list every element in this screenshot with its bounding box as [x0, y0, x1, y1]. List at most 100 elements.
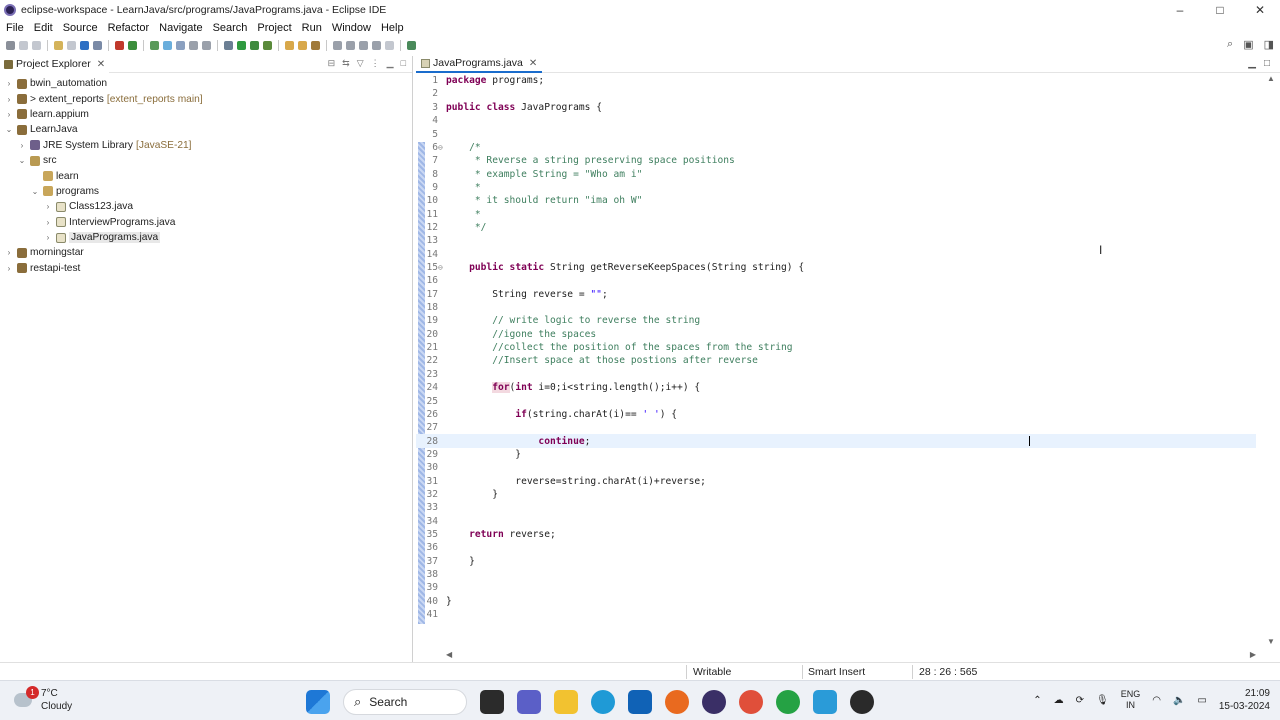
back-icon[interactable] [372, 41, 381, 50]
run-icon[interactable] [237, 41, 246, 50]
chevron-right-icon[interactable]: › [4, 264, 14, 273]
code-line[interactable]: 16 [416, 274, 1256, 287]
sync-tray-icon[interactable]: ⟳ [1076, 695, 1084, 706]
coverage-icon[interactable] [250, 41, 259, 50]
code-line[interactable]: 12 */ [416, 221, 1256, 234]
close-button[interactable]: ✕ [1240, 0, 1280, 19]
code-line[interactable]: 20 //igone the spaces [416, 328, 1256, 341]
edge-icon[interactable] [591, 690, 615, 714]
code-line[interactable]: 10 * it should return "ima oh W" [416, 194, 1256, 207]
horizontal-scrollbar[interactable]: ◀ ▶ [446, 650, 1256, 660]
code-line[interactable]: 1 package programs; [416, 74, 1256, 87]
task-view-icon[interactable] [480, 690, 504, 714]
code-line[interactable]: 30 [416, 461, 1256, 474]
weather-widget[interactable]: 1 7°C Cloudy [14, 686, 72, 713]
debug-icon[interactable] [224, 41, 233, 50]
tree-item[interactable]: › InterviewPrograms.java [0, 215, 412, 230]
app-icon[interactable] [850, 690, 874, 714]
tree-item[interactable]: › bwin_automation [0, 76, 412, 91]
chevron-right-icon[interactable]: › [4, 248, 14, 257]
code-line[interactable]: 38 [416, 568, 1256, 581]
pilcrow-icon[interactable] [202, 41, 211, 50]
code-line[interactable]: 9 * [416, 181, 1256, 194]
tree-item[interactable]: › > extent_reports [extent_reports main] [0, 91, 412, 106]
menu-window[interactable]: Window [328, 22, 377, 34]
code-line[interactable]: 36 [416, 541, 1256, 554]
code-line[interactable]: 31 reverse=string.charAt(i)+reverse; [416, 475, 1256, 488]
maximize-button[interactable]: □ [1200, 0, 1240, 19]
code-line[interactable]: 26 if(string.charAt(i)== ' ') { [416, 408, 1256, 421]
chevron-down-icon[interactable]: ⌄ [4, 125, 14, 134]
last-edit-icon[interactable] [359, 41, 368, 50]
menu-help[interactable]: Help [377, 22, 410, 34]
menu-search[interactable]: Search [209, 22, 254, 34]
volume-icon[interactable]: 🔈 [1173, 695, 1185, 706]
whatsapp-icon[interactable] [776, 690, 800, 714]
menu-edit[interactable]: Edit [30, 22, 59, 34]
tab-java-programs[interactable]: JavaPrograms.java ✕ [416, 56, 543, 73]
view-menu-icon[interactable]: ⋮ [371, 58, 380, 69]
taskbar-search[interactable]: ⌕ Search [343, 689, 467, 715]
code-line[interactable]: 11 * [416, 208, 1256, 221]
tree-item[interactable]: ⌄ programs [0, 184, 412, 199]
code-line[interactable]: 8 * example String = "Who am i" [416, 167, 1256, 180]
clock[interactable]: 21:09 15-03-2024 [1219, 687, 1270, 713]
vertical-scrollbar[interactable]: ▲ ▼ [1264, 74, 1278, 646]
code-line[interactable]: 2 [416, 87, 1256, 100]
prev-annotation-icon[interactable] [346, 41, 355, 50]
current-code-line[interactable]: 28 continue; [416, 434, 1256, 448]
menu-file[interactable]: File [2, 22, 30, 34]
code-line[interactable]: 40} [416, 595, 1256, 608]
code-line[interactable]: 33 [416, 501, 1256, 514]
code-line[interactable]: 34 [416, 515, 1256, 528]
code-line[interactable]: 13 [416, 234, 1256, 247]
code-line[interactable]: 24 for(int i=0;i<string.length();i++) { [416, 381, 1256, 394]
language-indicator[interactable]: ENG IN [1121, 689, 1141, 711]
chevron-right-icon[interactable]: › [4, 110, 14, 119]
open-type-icon[interactable] [298, 41, 307, 50]
save-all-icon[interactable] [32, 41, 41, 50]
tree-item[interactable]: ⌄ src [0, 153, 412, 168]
new-icon[interactable] [6, 41, 15, 50]
code-line[interactable]: 5 [416, 127, 1256, 140]
sync-icon[interactable] [128, 41, 137, 50]
code-line[interactable]: 19 // write logic to reverse the string [416, 314, 1256, 327]
code-line[interactable]: 39 [416, 581, 1256, 594]
onedrive-icon[interactable]: ☁ [1054, 695, 1064, 706]
chevron-down-icon[interactable]: ⌄ [17, 156, 27, 165]
chevron-right-icon[interactable]: › [43, 202, 53, 211]
maximize-view-icon[interactable]: □ [401, 58, 406, 69]
code-line[interactable]: 15 ⊖ public static String getReverseKeepS… [416, 261, 1256, 274]
collapse-all-icon[interactable]: ⊟ [328, 58, 336, 69]
build-icon[interactable] [115, 41, 124, 50]
scroll-up-icon[interactable]: ▲ [1264, 74, 1278, 83]
battery-icon[interactable]: ▭ [1197, 695, 1206, 706]
forward-icon[interactable] [385, 41, 394, 50]
code-line[interactable]: 21 //collect the position of the spaces … [416, 341, 1256, 354]
fold-toggle-icon[interactable]: ⊖ [438, 143, 444, 152]
store-icon[interactable] [628, 690, 652, 714]
wifi-icon[interactable]: ◠ [1152, 695, 1161, 706]
chevron-right-icon[interactable]: › [4, 79, 14, 88]
scroll-down-icon[interactable]: ▼ [1264, 637, 1278, 646]
code-line[interactable]: 22 //Insert space at those postions afte… [416, 354, 1256, 367]
redo-icon[interactable] [67, 41, 76, 50]
eclipse-taskbar-icon[interactable] [702, 690, 726, 714]
chevron-down-icon[interactable]: ⌄ [30, 187, 40, 196]
show-whitespace-icon[interactable] [176, 41, 185, 50]
close-icon[interactable]: ✕ [529, 58, 537, 69]
link-editor-icon[interactable]: ⇆ [342, 58, 350, 69]
notepad-icon[interactable] [813, 690, 837, 714]
java-perspective-icon[interactable]: ◨ [1264, 38, 1274, 51]
code-line[interactable]: 4 [416, 114, 1256, 127]
tree-item[interactable]: › JRE System Library [JavaSE-21] [0, 138, 412, 153]
menu-navigate[interactable]: Navigate [155, 22, 208, 34]
code-line[interactable]: 6 ⊖ /* [416, 141, 1256, 154]
menu-source[interactable]: Source [59, 22, 104, 34]
skip-breakpoints-icon[interactable] [93, 41, 102, 50]
microphone-icon[interactable]: 🎙 [1096, 695, 1109, 706]
tree-item[interactable]: › JavaPrograms.java [0, 230, 412, 245]
chevron-right-icon[interactable]: › [43, 233, 53, 242]
menu-refactor[interactable]: Refactor [104, 22, 156, 34]
save-icon[interactable] [19, 41, 28, 50]
